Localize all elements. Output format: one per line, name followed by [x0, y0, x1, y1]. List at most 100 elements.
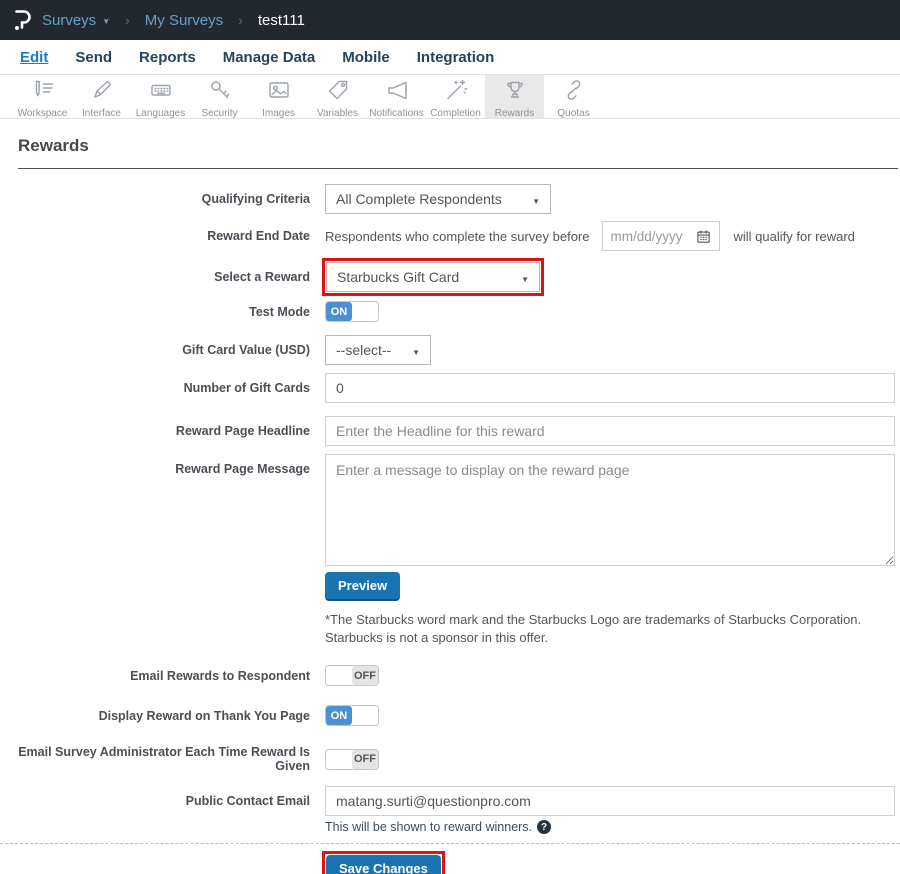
toolbar-label: Interface: [82, 108, 121, 119]
qualifying-criteria-value: All Complete Respondents: [336, 191, 502, 207]
caret-down-icon: [532, 191, 540, 207]
public-email-input[interactable]: [325, 786, 895, 816]
headline-row: Reward Page Headline: [0, 416, 900, 446]
display-reward-toggle[interactable]: ON: [325, 705, 379, 726]
toolbar-label: Notifications: [369, 108, 423, 119]
toolbar-item-interface[interactable]: Interface: [72, 75, 131, 118]
num-gift-cards-label: Number of Gift Cards: [0, 381, 310, 395]
starbucks-trademark-note: *The Starbucks word mark and the Starbuc…: [325, 611, 900, 646]
toolbar-item-images[interactable]: Images: [249, 75, 308, 118]
reward-end-date-row: Reward End Date Respondents who complete…: [0, 221, 900, 251]
toggle-on-segment: [326, 666, 352, 685]
gift-card-value-value: --select--: [336, 342, 391, 358]
tab-integration[interactable]: Integration: [417, 49, 495, 66]
date-placeholder: mm/dd/yyyy: [611, 229, 683, 244]
email-admin-row: Email Survey Administrator Each Time Rew…: [0, 745, 900, 773]
email-rewards-toggle[interactable]: OFF: [325, 665, 379, 686]
toolbar-label: Workspace: [18, 108, 68, 119]
annotation-highlight-save: Save Changes: [322, 851, 445, 874]
toggle-on-segment: ON: [326, 706, 352, 725]
tab-manage-data[interactable]: Manage Data: [223, 49, 316, 66]
display-reward-label: Display Reward on Thank You Page: [0, 709, 310, 723]
headline-input[interactable]: [325, 416, 895, 446]
breadcrumb-my-surveys[interactable]: My Surveys: [145, 12, 223, 29]
toggle-off-segment: [352, 302, 378, 321]
questionpro-logo-icon[interactable]: [13, 7, 33, 33]
email-rewards-label: Email Rewards to Respondent: [0, 669, 310, 683]
chevron-down-icon: ▼: [102, 17, 110, 26]
toolbar-item-notifications[interactable]: Notifications: [367, 75, 426, 118]
message-row: Reward Page Message: [0, 454, 900, 566]
save-section-divider: [0, 843, 900, 844]
public-email-row: Public Contact Email: [0, 786, 900, 816]
test-mode-toggle[interactable]: ON: [325, 301, 379, 322]
toolbar-label: Images: [262, 108, 295, 119]
chain-links-icon: [562, 78, 586, 107]
test-mode-row: Test Mode ON: [0, 301, 900, 322]
toolbar-item-variables[interactable]: Variables: [308, 75, 367, 118]
save-row: Save Changes: [322, 851, 900, 874]
toolbar-item-security[interactable]: Security: [190, 75, 249, 118]
page-title: Rewards: [18, 136, 900, 156]
tab-reports[interactable]: Reports: [139, 49, 196, 66]
preview-row: Preview: [0, 572, 900, 601]
toolbar-item-rewards[interactable]: Rewards: [485, 75, 544, 118]
preview-button[interactable]: Preview: [325, 572, 400, 601]
message-textarea[interactable]: [325, 454, 895, 566]
reward-end-date-input[interactable]: mm/dd/yyyy: [602, 221, 720, 251]
test-mode-label: Test Mode: [0, 305, 310, 319]
pencil-list-icon: [31, 78, 55, 107]
gift-card-value-row: Gift Card Value (USD) --select--: [0, 335, 900, 365]
toggle-off-segment: OFF: [352, 750, 378, 769]
edit-sections-toolbar: Workspace Interface Languages Security: [0, 75, 900, 119]
num-gift-cards-input[interactable]: [325, 373, 895, 403]
toolbar-item-quotas[interactable]: Quotas: [544, 75, 603, 118]
qualifying-criteria-row: Qualifying Criteria All Complete Respond…: [0, 184, 900, 214]
select-reward-value: Starbucks Gift Card: [337, 269, 459, 285]
tab-send[interactable]: Send: [75, 49, 112, 66]
email-admin-toggle[interactable]: OFF: [325, 749, 379, 770]
tab-mobile[interactable]: Mobile: [342, 49, 390, 66]
megaphone-icon: [385, 78, 409, 107]
title-divider: [18, 168, 898, 169]
reward-end-date-suffix: will qualify for reward: [734, 229, 855, 244]
toolbar-label: Quotas: [557, 108, 589, 119]
toolbar-item-workspace[interactable]: Workspace: [13, 75, 72, 118]
reward-end-date-label: Reward End Date: [0, 229, 310, 243]
toolbar-label: Rewards: [495, 108, 534, 119]
message-label: Reward Page Message: [0, 454, 310, 476]
trophy-icon: [503, 78, 527, 107]
select-reward-select[interactable]: Starbucks Gift Card: [326, 262, 540, 292]
breadcrumb-surveys[interactable]: Surveys ▼: [42, 12, 110, 29]
breadcrumb-my-surveys-label: My Surveys: [145, 12, 223, 29]
toggle-off-segment: [352, 706, 378, 725]
calendar-icon[interactable]: [696, 229, 711, 244]
caret-down-icon: [412, 342, 420, 358]
toolbar-label: Variables: [317, 108, 358, 119]
toggle-off-segment: OFF: [352, 666, 378, 685]
breadcrumb-current-survey: test111: [258, 12, 305, 29]
tab-edit[interactable]: Edit: [20, 49, 48, 66]
toggle-on-segment: ON: [326, 302, 352, 321]
magic-wand-icon: [444, 78, 468, 107]
select-reward-label: Select a Reward: [0, 270, 310, 284]
toolbar-item-languages[interactable]: Languages: [131, 75, 190, 118]
qualifying-criteria-select[interactable]: All Complete Respondents: [325, 184, 551, 214]
toolbar-item-completion[interactable]: Completion: [426, 75, 485, 118]
top-bar: Surveys ▼ › My Surveys › test111: [0, 0, 900, 40]
select-reward-row: Select a Reward Starbucks Gift Card: [0, 258, 900, 296]
save-changes-button[interactable]: Save Changes: [326, 855, 441, 874]
toolbar-label: Completion: [430, 108, 481, 119]
public-email-helper-text: This will be shown to reward winners.: [325, 820, 532, 834]
toolbar-label: Security: [201, 108, 237, 119]
help-icon[interactable]: ?: [537, 820, 551, 834]
gift-card-value-select[interactable]: --select--: [325, 335, 431, 365]
picture-icon: [267, 78, 291, 107]
email-rewards-row: Email Rewards to Respondent OFF: [0, 665, 900, 686]
annotation-highlight-select-reward: Starbucks Gift Card: [322, 258, 544, 296]
main-tab-bar: Edit Send Reports Manage Data Mobile Int…: [0, 40, 900, 75]
headline-label: Reward Page Headline: [0, 424, 310, 438]
keyboard-icon: [149, 78, 173, 107]
tag-icon: [326, 78, 350, 107]
toolbar-label: Languages: [136, 108, 186, 119]
